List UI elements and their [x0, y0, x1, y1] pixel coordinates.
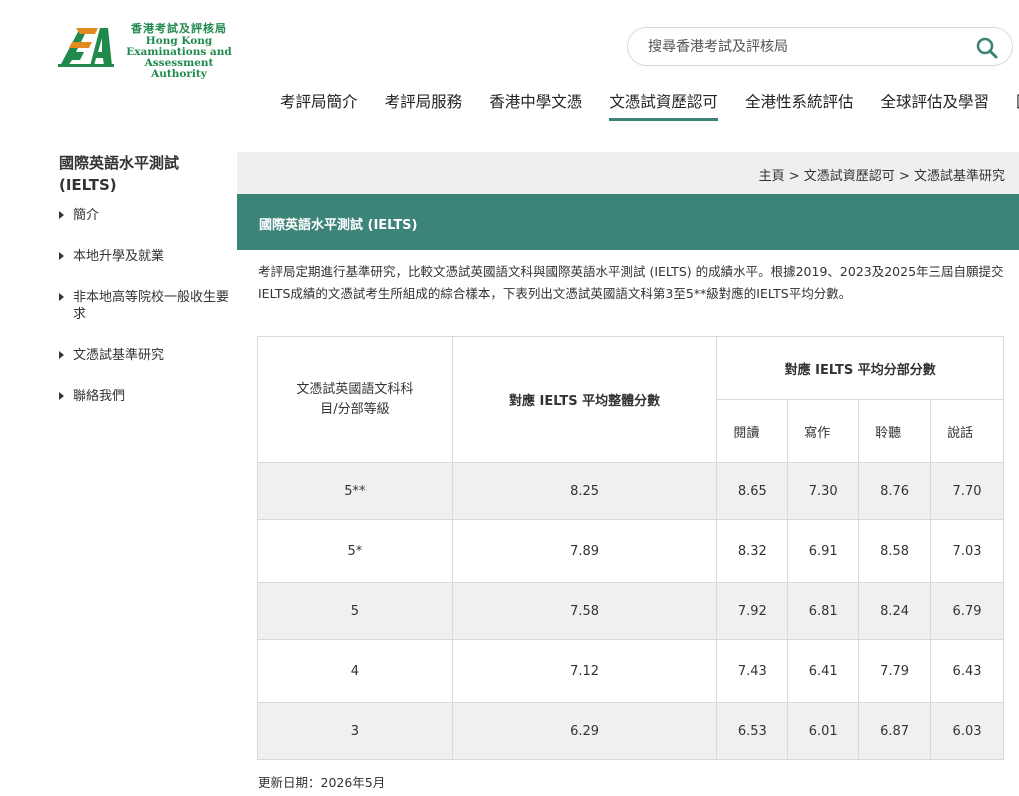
search-box	[627, 27, 1013, 66]
logo-english-line-3: Assessment Authority	[144, 57, 214, 80]
header-level: 文憑試英國語文科科目/分部等級	[257, 336, 453, 463]
nav-recognition[interactable]: 文憑試資歷認可	[609, 90, 718, 121]
sidebar-item-label: 非本地高等院校一般收生要求	[73, 290, 230, 322]
sidebar-item-contact[interactable]: 聯絡我們	[59, 388, 229, 405]
nav-global-assessment[interactable]: 全球評估及學習	[881, 90, 990, 118]
cell-level: 5**	[257, 462, 453, 520]
sidebar-item-label: 文憑試基準研究	[73, 348, 165, 363]
search-input[interactable]	[648, 36, 968, 58]
cell-speaking: 6.43	[930, 639, 1004, 703]
cell-level: 3	[257, 702, 453, 760]
cell-level: 5	[257, 582, 453, 640]
cell-overall: 7.12	[451, 639, 718, 703]
logo-chinese-name: 香港考試及評核局	[131, 22, 227, 35]
cell-level: 5*	[257, 519, 453, 583]
cell-speaking: 7.03	[930, 519, 1004, 583]
sidebar-item-benchmarking[interactable]: 文憑試基準研究	[59, 347, 229, 364]
breadcrumb-separator: >	[898, 169, 910, 184]
hkeaa-logo-mark-icon	[58, 28, 114, 67]
nav-services[interactable]: 考評局服務	[385, 90, 463, 118]
cell-listening: 8.76	[858, 462, 932, 520]
breadcrumb-home[interactable]: 主頁	[759, 169, 785, 184]
table-row: 5 7.58 7.92 6.81 8.24 6.79	[257, 582, 1004, 640]
cell-overall: 7.58	[451, 582, 718, 640]
cell-writing: 7.30	[787, 462, 860, 520]
section-header: 國際英語水平測試 (IELTS)	[237, 194, 1019, 250]
section-title: 國際英語水平測試 (IELTS)	[259, 218, 418, 233]
cell-reading: 7.43	[716, 639, 789, 703]
caret-right-icon	[59, 392, 64, 400]
header-reading: 閱讀	[716, 399, 789, 463]
cell-reading: 8.32	[716, 519, 789, 583]
breadcrumb-bar: 主頁 > 文憑試資歷認可 > 文憑試基準研究	[237, 152, 1019, 194]
caret-right-icon	[59, 293, 64, 301]
breadcrumb-current: 文憑試基準研究	[913, 169, 1005, 184]
cell-level: 4	[257, 639, 453, 703]
sidebar-item-non-local-requirements[interactable]: 非本地高等院校一般收生要求	[59, 289, 229, 323]
header-listening: 聆聽	[858, 399, 932, 463]
cell-listening: 7.79	[858, 639, 932, 703]
nav-tsa[interactable]: 全港性系統評估	[745, 90, 854, 118]
benchmark-table: 文憑試英國語文科科目/分部等級 對應 IELTS 平均整體分數 對應 IELTS…	[257, 336, 1004, 760]
cell-writing: 6.81	[787, 582, 860, 640]
cell-writing: 6.91	[787, 519, 860, 583]
sidebar-item-local-study[interactable]: 本地升學及就業	[59, 248, 229, 265]
cell-listening: 8.24	[858, 582, 932, 640]
caret-right-icon	[59, 252, 64, 260]
cell-overall: 8.25	[451, 462, 718, 520]
intro-paragraph: 考評局定期進行基準研究，比較文憑試英國語文科與國際英語水平測試 (IELTS) …	[258, 264, 1004, 301]
header-speaking: 說話	[930, 399, 1004, 463]
cell-writing: 6.01	[787, 702, 860, 760]
main-navigation: 考評局簡介 考評局服務 香港中學文憑 文憑試資歷認可 全港性系統評估 全球評估及…	[280, 90, 1019, 122]
sidebar-item-label: 簡介	[73, 208, 100, 223]
table-row: 5* 7.89 8.32 6.91 8.58 7.03	[257, 519, 1004, 583]
breadcrumb-separator: >	[788, 169, 800, 184]
search-icon[interactable]	[976, 37, 998, 59]
cell-speaking: 7.70	[930, 462, 1004, 520]
sidebar-menu: 簡介 本地升學及就業 非本地高等院校一般收生要求 文憑試基準研究 聯絡我們	[59, 207, 229, 429]
cell-writing: 6.41	[787, 639, 860, 703]
nav-hkdse[interactable]: 香港中學文憑	[489, 90, 582, 118]
nav-about[interactable]: 考評局簡介	[280, 90, 358, 118]
cell-overall: 7.89	[451, 519, 718, 583]
cell-speaking: 6.79	[930, 582, 1004, 640]
sidebar-item-intro[interactable]: 簡介	[59, 207, 229, 224]
cell-listening: 6.87	[858, 702, 932, 760]
header-overall: 對應 IELTS 平均整體分數	[451, 336, 718, 463]
caret-right-icon	[59, 351, 64, 359]
sidebar-title: 國際英語水平測試 (IELTS)	[59, 154, 180, 194]
cell-listening: 8.58	[858, 519, 932, 583]
sidebar-item-label: 本地升學及就業	[73, 249, 165, 264]
cell-overall: 6.29	[451, 702, 718, 760]
caret-right-icon	[59, 211, 64, 219]
table-row: 4 7.12 7.43 6.41 7.79 6.43	[257, 639, 1004, 703]
breadcrumb-recognition[interactable]: 文憑試資歷認可	[804, 169, 895, 184]
cell-reading: 6.53	[716, 702, 789, 760]
table-row: 3 6.29 6.53 6.01 6.87 6.03	[257, 702, 1004, 760]
breadcrumb: 主頁 > 文憑試資歷認可 > 文憑試基準研究	[759, 165, 1005, 184]
hkeaa-logo[interactable]: 香港考試及評核局 Hong Kong Examinations and Asse…	[58, 22, 248, 80]
cell-reading: 8.65	[716, 462, 789, 520]
cell-speaking: 6.03	[930, 702, 1004, 760]
header-subscores: 對應 IELTS 平均分部分數	[716, 336, 1004, 400]
sidebar-item-label: 聯絡我們	[73, 389, 126, 404]
last-updated: 更新日期：2026年5月	[258, 775, 386, 790]
table-row: 5** 8.25 8.65 7.30 8.76 7.70	[257, 462, 1004, 520]
header-writing: 寫作	[787, 399, 860, 463]
logo-text: 香港考試及評核局 Hong Kong Examinations and Asse…	[118, 22, 240, 80]
cell-reading: 7.92	[716, 582, 789, 640]
